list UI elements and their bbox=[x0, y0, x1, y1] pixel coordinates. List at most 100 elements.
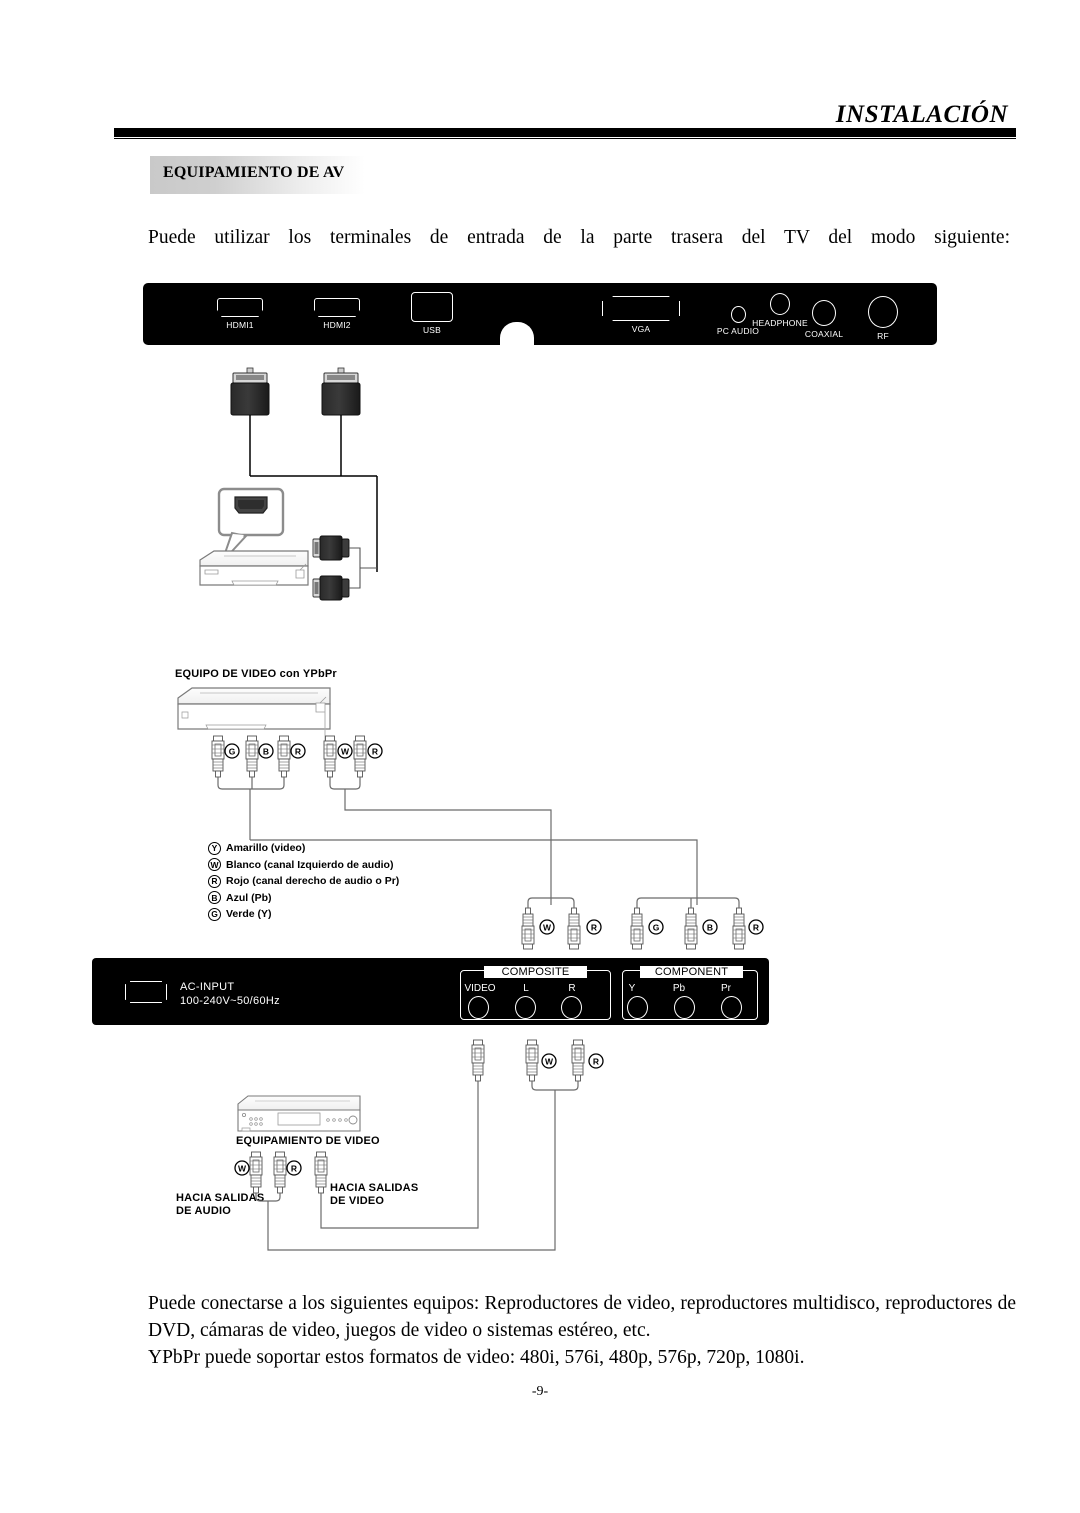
equipment-audio-plug-r bbox=[273, 1151, 287, 1194]
equipment-audio-route bbox=[267, 1201, 310, 1251]
svg-text:R: R bbox=[295, 747, 301, 757]
tv-audio-plug-w bbox=[521, 907, 535, 950]
outro-line-2: YPbPr puede soportar estos formatos de v… bbox=[148, 1347, 805, 1368]
video-equipment-device bbox=[237, 1095, 361, 1132]
hdmi-cable-plug-2 bbox=[321, 367, 361, 416]
legend-badge-y: Y bbox=[208, 841, 221, 855]
hdmi-device-cable-join bbox=[349, 547, 361, 589]
svg-text:W: W bbox=[341, 747, 350, 757]
equipment-video-plug bbox=[314, 1151, 328, 1194]
tv-component-plug-b bbox=[684, 907, 698, 950]
hdmi-port-icon bbox=[314, 298, 360, 317]
port-hdmi2: HDMI2 bbox=[300, 298, 374, 330]
composite-right-label: R bbox=[568, 983, 576, 994]
svg-text:W: W bbox=[543, 923, 552, 933]
composite-left-label: L bbox=[523, 983, 529, 994]
badge-w-composite: W bbox=[541, 1053, 557, 1069]
svg-text:W: W bbox=[238, 1164, 247, 1174]
legend-text: Amarillo (video) bbox=[226, 842, 306, 855]
badge-r-composite: R bbox=[588, 1053, 604, 1069]
component-y-jack bbox=[627, 996, 648, 1019]
audio-output-label: HACIA SALIDAS DE AUDIO bbox=[176, 1192, 265, 1217]
ac-input-info: AC-INPUT 100-240V~50/60Hz bbox=[180, 980, 280, 1008]
component-pb-jack bbox=[674, 996, 695, 1019]
vga-port-icon bbox=[602, 296, 680, 321]
header-divider-thin bbox=[114, 138, 1016, 139]
tv-component-plug-r bbox=[732, 907, 746, 950]
badge-r-tv: R bbox=[586, 919, 602, 935]
port-vga: VGA bbox=[602, 296, 680, 334]
component-pr-jack bbox=[721, 996, 742, 1019]
svg-text:B: B bbox=[707, 923, 713, 933]
legend-text: Rojo (canal derecho de audio o Pr) bbox=[226, 875, 400, 888]
outro-paragraph: Puede conectarse a los siguientes equipo… bbox=[148, 1290, 1016, 1371]
video-equipment-title: EQUIPAMIENTO DE VIDEO bbox=[236, 1135, 380, 1147]
hdmi-device-plug-2 bbox=[312, 575, 350, 601]
manual-page: INSTALACIÓN EQUIPAMIENTO DE AV Puede uti… bbox=[0, 0, 1080, 1513]
svg-text:R: R bbox=[753, 923, 759, 933]
video-output-label: HACIA SALIDAS DE VIDEO bbox=[330, 1182, 419, 1207]
component-pr-label: Pr bbox=[721, 983, 731, 994]
port-usb: USB bbox=[395, 292, 469, 335]
composite-video-plug bbox=[471, 1039, 485, 1082]
port-rf: RF bbox=[855, 296, 911, 341]
svg-text:R: R bbox=[591, 923, 597, 933]
port-hdmi1-label: HDMI1 bbox=[226, 320, 254, 330]
badge-b-source: B bbox=[258, 743, 274, 759]
composite-right-jack bbox=[561, 996, 582, 1019]
legend-text: Verde (Y) bbox=[226, 908, 272, 921]
legend-badge-g: G bbox=[208, 907, 221, 921]
ypbpr-source-device bbox=[177, 687, 331, 742]
badge-r2-source: R bbox=[367, 743, 383, 759]
ac-input-label: AC-INPUT bbox=[180, 981, 235, 993]
svg-text:B: B bbox=[263, 747, 269, 757]
legend-badge-w: W bbox=[208, 858, 221, 872]
legend-item: B Azul (Pb) bbox=[208, 890, 399, 907]
ac-input-icon bbox=[125, 981, 167, 1003]
page-title: INSTALACIÓN bbox=[835, 101, 1008, 128]
badge-w-equipment: W bbox=[234, 1160, 250, 1176]
composite-left-jack bbox=[515, 996, 536, 1019]
legend-badge-b: B bbox=[208, 891, 221, 905]
composite-group-title: COMPOSITE bbox=[484, 966, 587, 978]
composite-video-label: VIDEO bbox=[464, 983, 496, 994]
svg-text:G: G bbox=[229, 747, 236, 757]
component-pb-label: Pb bbox=[672, 983, 686, 994]
equipment-audio-plug-w bbox=[249, 1151, 263, 1194]
composite-audio-plug-w bbox=[525, 1039, 539, 1082]
ypbpr-source-plug-g bbox=[211, 735, 225, 778]
svg-text:W: W bbox=[545, 1057, 554, 1067]
tv-audio-bundle bbox=[527, 897, 575, 908]
header-divider bbox=[114, 128, 1016, 137]
ypbpr-source-plug-w bbox=[323, 735, 337, 778]
legend-item: Y Amarillo (video) bbox=[208, 840, 399, 857]
component-y-label: Y bbox=[628, 983, 636, 994]
composite-audio-plug-r bbox=[571, 1039, 585, 1082]
intro-paragraph: Puede utilizar los terminales de entrada… bbox=[148, 227, 1010, 248]
composite-video-route bbox=[428, 1081, 479, 1229]
panel-notch-cover bbox=[500, 340, 534, 350]
color-legend: Y Amarillo (video) W Blanco (canal Izqui… bbox=[208, 840, 399, 923]
svg-text:R: R bbox=[291, 1164, 297, 1174]
composite-audio-bundle bbox=[531, 1081, 579, 1091]
legend-text: Blanco (canal Izquierdo de audio) bbox=[226, 858, 394, 871]
outro-line-1: Puede conectarse a los siguientes equipo… bbox=[148, 1293, 1016, 1341]
svg-text:G: G bbox=[653, 923, 660, 933]
ypbpr-source-audio-bundle bbox=[329, 777, 361, 790]
badge-g-tv: G bbox=[648, 919, 664, 935]
legend-badge-r: R bbox=[208, 874, 221, 888]
port-coaxial: COAXIAL bbox=[793, 300, 855, 339]
legend-item: G Verde (Y) bbox=[208, 906, 399, 923]
badge-b-tv: B bbox=[702, 919, 718, 935]
badge-r-source: R bbox=[290, 743, 306, 759]
coaxial-jack-icon bbox=[812, 300, 836, 326]
page-number: -9- bbox=[531, 1384, 549, 1399]
port-hdmi1: HDMI1 bbox=[203, 298, 277, 330]
badge-w-source: W bbox=[337, 743, 353, 759]
port-vga-label: VGA bbox=[631, 324, 651, 334]
ypbpr-source-component-bundle bbox=[217, 777, 285, 790]
component-group-title: COMPONENT bbox=[640, 966, 743, 978]
composite-audio-route bbox=[310, 1090, 556, 1251]
tv-audio-plug-r bbox=[567, 907, 581, 950]
hdmi-port-icon bbox=[217, 298, 263, 317]
